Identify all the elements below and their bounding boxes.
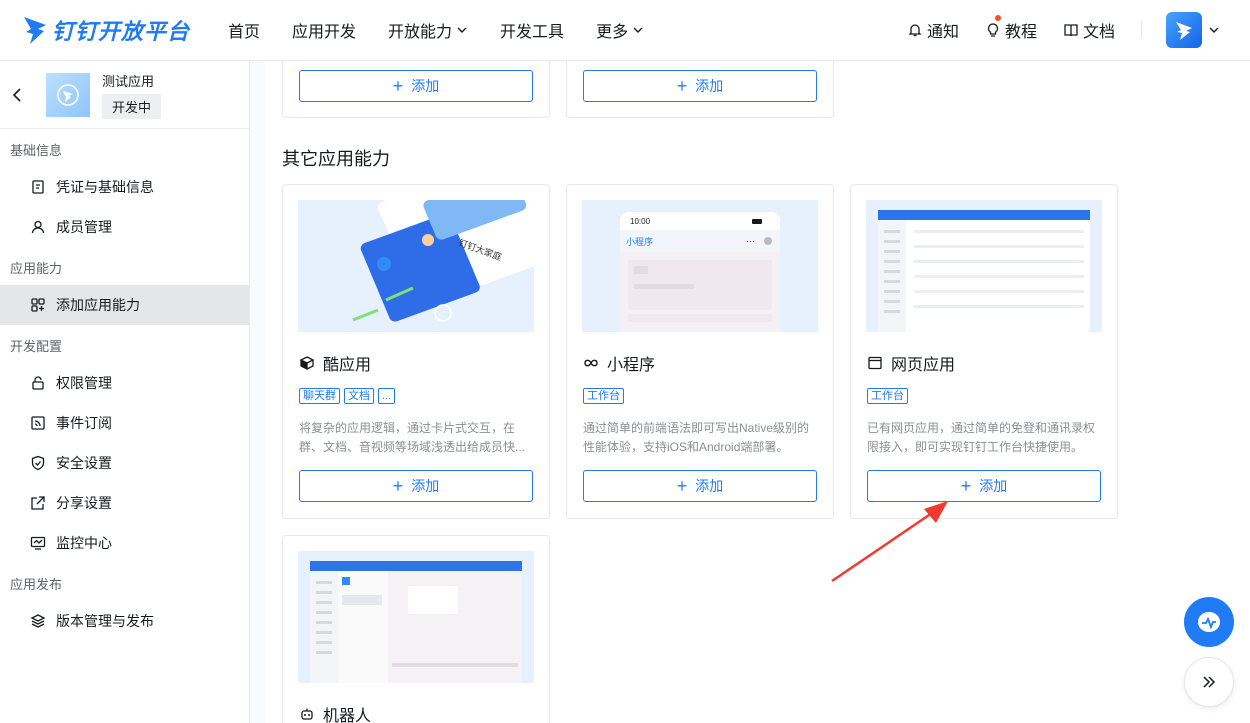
main-content: + 添加 + 添加 其它应用能力 钉钉大家庭 酷应用 聊天群 文档 ... 将复… — [250, 61, 1250, 723]
book-icon — [1064, 24, 1078, 37]
new-badge-dot — [994, 15, 1001, 21]
annotation-arrow — [831, 501, 948, 583]
sidebar-item-monitor[interactable]: 监控中心 — [0, 523, 249, 563]
notify-link[interactable]: 通知 — [907, 18, 959, 42]
add-button[interactable]: + 添加 — [583, 70, 817, 102]
bell-icon — [908, 24, 922, 37]
mini-program-icon — [584, 359, 598, 367]
web-app-icon — [868, 356, 882, 370]
sidebar-item-share[interactable]: 分享设置 — [0, 483, 249, 523]
add-button[interactable]: + 添加 — [299, 70, 533, 102]
sidebar-item-members[interactable]: 成员管理 — [0, 207, 249, 247]
assistant-float-button[interactable] — [1184, 597, 1234, 647]
expand-float-button[interactable] — [1184, 657, 1234, 707]
monitor-icon — [30, 536, 46, 550]
tag: 文档 — [344, 388, 374, 404]
section-title-dev-config: 开发配置 — [10, 339, 63, 354]
chat-assistant-icon — [1198, 612, 1220, 632]
sidebar-item-versions[interactable]: 版本管理与发布 — [0, 601, 249, 641]
dingtalk-logo-icon — [24, 17, 46, 44]
rss-icon — [31, 416, 45, 430]
right-nav: 通知 教程 文档 — [907, 0, 1250, 60]
add-cool-app-button[interactable]: + 添加 — [299, 470, 533, 502]
card-description: 将复杂的应用逻辑，通过卡片式交互，在群、文档、音视频等场域浅透出给成员快... — [299, 421, 526, 454]
cool-app-preview-image: 钉钉大家庭 — [298, 200, 534, 332]
robot-preview-image — [298, 551, 534, 683]
chevron-down-icon — [457, 27, 467, 33]
add-mini-program-button[interactable]: + 添加 — [583, 470, 817, 502]
double-chevron-right-icon — [1203, 676, 1216, 688]
layers-icon — [30, 614, 46, 628]
svg-text:10:00: 10:00 — [630, 217, 651, 226]
chevron-down-icon[interactable] — [1208, 24, 1220, 36]
shield-icon — [31, 455, 45, 471]
tag: 工作台 — [583, 388, 624, 404]
app-avatar — [46, 72, 90, 117]
svg-text:⋯: ⋯ — [746, 236, 755, 246]
card-title: 小程序 — [607, 357, 656, 374]
capability-card-partial: + 添加 — [566, 61, 834, 118]
brand-name: 钉钉开放平台 — [52, 19, 191, 44]
nav-item-more[interactable]: 更多 — [596, 18, 644, 42]
nav-item-home[interactable]: 首页 — [228, 18, 260, 42]
capability-card-robot: 机器人 — [282, 535, 550, 723]
credential-icon — [32, 180, 44, 194]
capability-panel: + 添加 + 添加 其它应用能力 钉钉大家庭 酷应用 聊天群 文档 ... 将复… — [265, 61, 1250, 723]
top-navigation-bar: 钉钉开放平台 首页 应用开发 开放能力 开发工具 更多 通知 教程 文档 — [0, 0, 1250, 61]
app-header: 测试应用 开发中 — [0, 61, 249, 129]
app-name: 测试应用 — [102, 73, 155, 89]
sidebar-item-permissions[interactable]: 权限管理 — [0, 363, 249, 403]
section-title-basic: 基础信息 — [10, 143, 63, 158]
tag: 工作台 — [867, 388, 908, 404]
sidebar-item-events[interactable]: 事件订阅 — [0, 403, 249, 443]
card-title: 机器人 — [323, 708, 372, 723]
section-title-publish: 应用发布 — [10, 577, 63, 592]
nav-item-open-capabilities[interactable]: 开放能力 — [388, 18, 468, 42]
chevron-down-icon — [633, 27, 643, 33]
card-title: 酷应用 — [323, 357, 372, 374]
docs-link[interactable]: 文档 — [1063, 18, 1115, 42]
app-status-badge: 开发中 — [102, 93, 162, 119]
section-heading: 其它应用能力 — [282, 149, 390, 169]
lightbulb-icon — [987, 23, 999, 37]
cool-app-icon — [299, 356, 315, 371]
mini-program-preview-image: 10:00 小程序 ⋯ — [582, 200, 818, 332]
sidebar: 测试应用 开发中 基础信息 凭证与基础信息 成员管理 应用能力 添加应用能力 开… — [0, 61, 250, 723]
svg-text:小程序: 小程序 — [626, 236, 653, 247]
sidebar-item-add-capability[interactable]: 添加应用能力 — [0, 285, 249, 325]
card-description: 通过简单的前端语法即可写出Native级别的性能体验，支持iOS和Android… — [583, 421, 810, 454]
capability-card-partial: + 添加 — [282, 61, 550, 118]
sidebar-item-security[interactable]: 安全设置 — [0, 443, 249, 483]
web-app-preview-image — [866, 200, 1102, 332]
brand-logo[interactable]: 钉钉开放平台 — [22, 14, 222, 46]
section-title-capabilities: 应用能力 — [10, 261, 63, 276]
tutorial-link[interactable]: 教程 — [985, 15, 1037, 42]
tag: 聊天群 — [299, 388, 340, 404]
nav-item-app-dev[interactable]: 应用开发 — [292, 18, 356, 42]
tag-more[interactable]: ... — [378, 388, 396, 404]
main-nav: 首页 应用开发 开放能力 开发工具 更多 — [228, 18, 676, 42]
add-app-icon — [31, 298, 45, 312]
app-logo-icon — [57, 83, 79, 106]
user-icon — [31, 220, 45, 234]
back-arrow-icon[interactable] — [10, 87, 26, 103]
divider — [1141, 21, 1142, 39]
card-description: 已有网页应用，通过简单的免登和通讯录权限接入，即可实现钉钉工作台快捷使用。 — [867, 421, 1096, 454]
capability-card-mini-program: 10:00 小程序 ⋯ 小程序 工作台 通过简单的前端语法即可写出Native级… — [566, 184, 834, 519]
share-icon — [31, 496, 45, 510]
sidebar-item-credentials[interactable]: 凭证与基础信息 — [0, 167, 249, 207]
capability-card-cool-app: 钉钉大家庭 酷应用 聊天群 文档 ... 将复杂的应用逻辑，通过卡片式交互，在群… — [282, 184, 550, 519]
card-title: 网页应用 — [891, 357, 956, 374]
robot-icon — [301, 708, 313, 720]
dingtalk-avatar-icon — [1176, 22, 1192, 40]
nav-item-dev-tools[interactable]: 开发工具 — [500, 18, 564, 42]
lock-icon — [32, 376, 44, 390]
user-avatar[interactable] — [1166, 12, 1202, 48]
capability-card-web-app: 网页应用 工作台 已有网页应用，通过简单的免登和通讯录权限接入，即可实现钉钉工作… — [850, 184, 1118, 519]
